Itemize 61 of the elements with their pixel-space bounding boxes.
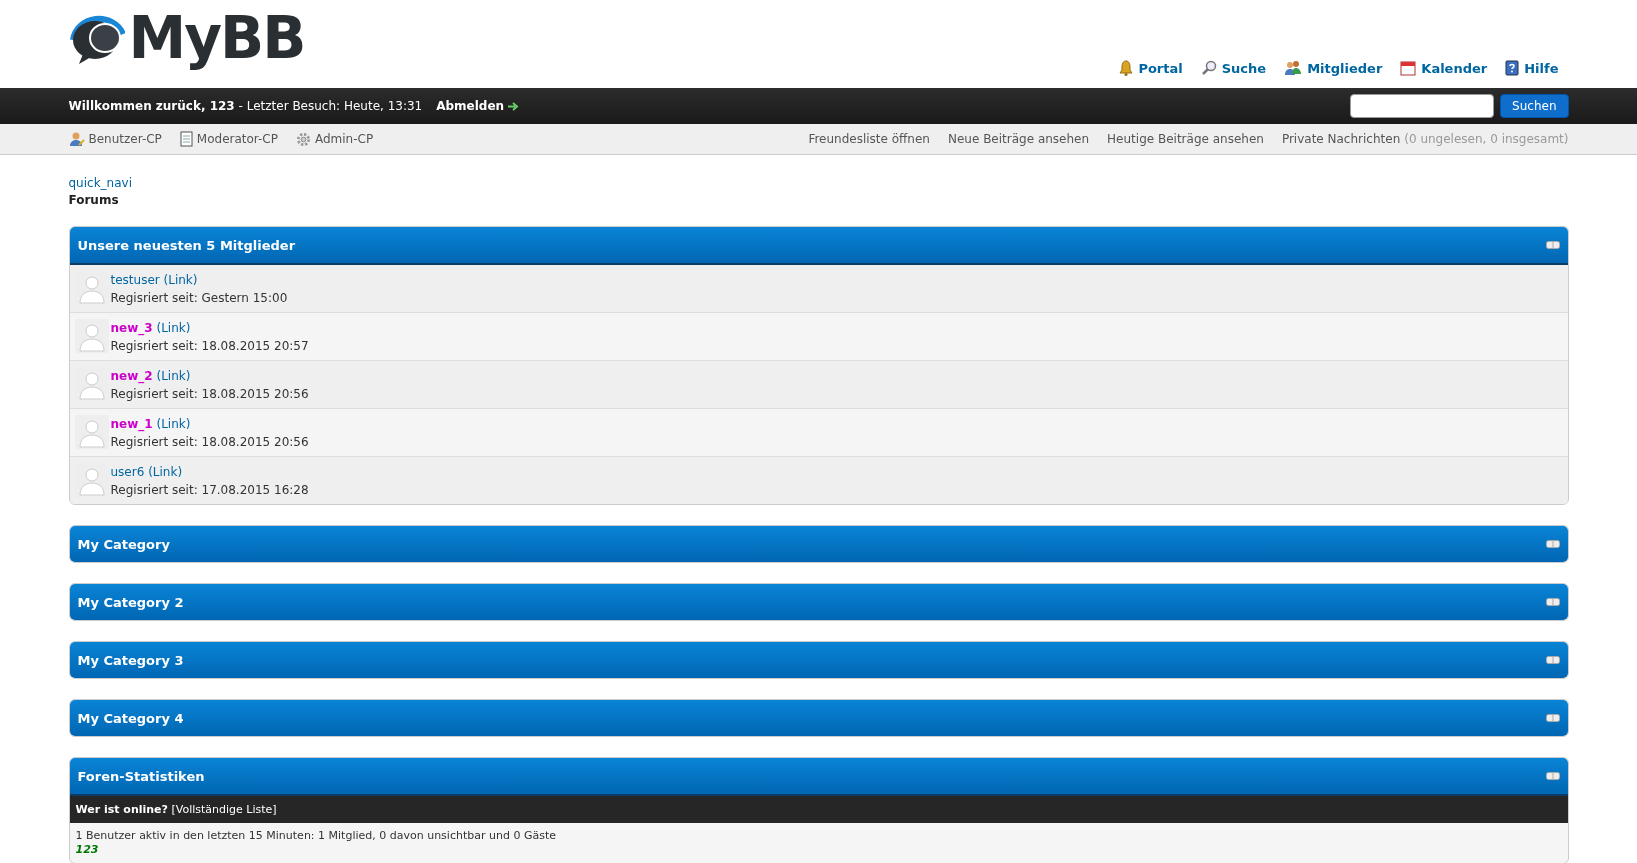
calendar-icon xyxy=(1400,60,1417,76)
profile-link[interactable]: (Link) xyxy=(156,321,191,335)
registration-date: Regisriert seit: 18.08.2015 20:57 xyxy=(110,338,309,355)
profile-link[interactable]: (Link) xyxy=(156,417,191,431)
panel-link[interactable]: Admin-CP xyxy=(295,131,374,147)
toolbar-link[interactable]: Heutige Beiträge ansehen xyxy=(1107,132,1264,146)
help-book-icon xyxy=(1505,60,1520,76)
breadcrumb-link[interactable]: quick_navi xyxy=(68,175,1569,192)
profile-link[interactable]: (Link) xyxy=(148,465,183,479)
registration-date: Regisriert seit: 17.08.2015 16:28 xyxy=(110,482,309,499)
panel-link[interactable]: Moderator-CP xyxy=(179,131,278,147)
category-title[interactable]: My Category 4 xyxy=(77,710,184,726)
user-icon xyxy=(68,131,85,147)
nav-link[interactable]: Portal xyxy=(1119,60,1183,76)
category-title[interactable]: My Category xyxy=(77,536,170,552)
nav-link[interactable]: Mitglieder xyxy=(1284,60,1383,76)
panel-title: Foren-Statistiken xyxy=(77,768,205,784)
breadcrumb-current: Forums xyxy=(68,192,120,209)
profile-link[interactable]: (Link) xyxy=(163,273,198,287)
collapse-toggle-icon[interactable] xyxy=(1545,656,1560,664)
registration-date: Regisriert seit: Gestern 15:00 xyxy=(110,290,288,307)
bell-icon xyxy=(1119,60,1134,76)
nav-link[interactable]: Hilfe xyxy=(1505,60,1559,76)
notepad-icon xyxy=(179,131,193,147)
avatar-icon xyxy=(74,319,109,353)
category-title[interactable]: My Category 2 xyxy=(77,594,184,610)
member-name-link[interactable]: new_1 xyxy=(110,417,153,431)
arrow-icon xyxy=(508,101,520,111)
panel-link[interactable]: Benutzer-CP xyxy=(68,131,162,147)
toolbar-link[interactable]: Freundesliste öffnen xyxy=(808,132,930,146)
collapse-toggle-icon[interactable] xyxy=(1545,772,1560,780)
private-messages-link[interactable]: Private Nachrichten (0 ungelesen, 0 insgesamt) xyxy=(1281,132,1569,146)
registration-date: Regisriert seit: 18.08.2015 20:56 xyxy=(110,434,309,451)
people-icon xyxy=(1284,60,1303,76)
avatar-icon xyxy=(74,415,109,449)
collapse-toggle-icon[interactable] xyxy=(1545,598,1560,606)
category-title[interactable]: My Category 3 xyxy=(77,652,184,668)
collapse-toggle-icon[interactable] xyxy=(1545,241,1560,249)
full-list-link[interactable]: [Vollständige Liste] xyxy=(171,803,277,816)
collapse-toggle-icon[interactable] xyxy=(1545,714,1560,722)
logout-link[interactable]: Abmelden xyxy=(436,99,520,113)
search-button[interactable]: Suchen xyxy=(1500,94,1569,118)
search-icon xyxy=(1200,60,1217,76)
member-name-link[interactable]: user6 xyxy=(110,465,145,479)
registration-date: Regisriert seit: 18.08.2015 20:56 xyxy=(110,386,309,403)
online-heading: Wer ist online? xyxy=(75,803,168,816)
search-field[interactable] xyxy=(1350,94,1495,118)
nav-link[interactable]: Suche xyxy=(1200,60,1267,76)
member-name-link[interactable]: new_2 xyxy=(110,369,153,383)
panel-title: Unsere neuesten 5 Mitglieder xyxy=(77,237,296,253)
gear-icon xyxy=(295,131,311,147)
member-name-link[interactable]: testuser xyxy=(110,273,160,287)
logo-text[interactable]: MyBB xyxy=(128,4,305,72)
online-summary: 1 Benutzer aktiv in den letzten 15 Minuten: 1 Mitglied, 0 davon unsichtbar und 0 Gäste xyxy=(75,829,557,843)
collapse-toggle-icon[interactable] xyxy=(1545,540,1560,548)
welcome-text: Willkommen zurück, 123 - Letzter Besuch: Heute, 13:31 xyxy=(68,99,423,113)
profile-link[interactable]: (Link) xyxy=(156,369,191,383)
online-user-link[interactable]: 123 xyxy=(75,843,99,856)
nav-link[interactable]: Kalender xyxy=(1400,60,1488,76)
toolbar-link[interactable]: Neue Beiträge ansehen xyxy=(947,132,1090,146)
member-name-link[interactable]: new_3 xyxy=(110,321,153,335)
